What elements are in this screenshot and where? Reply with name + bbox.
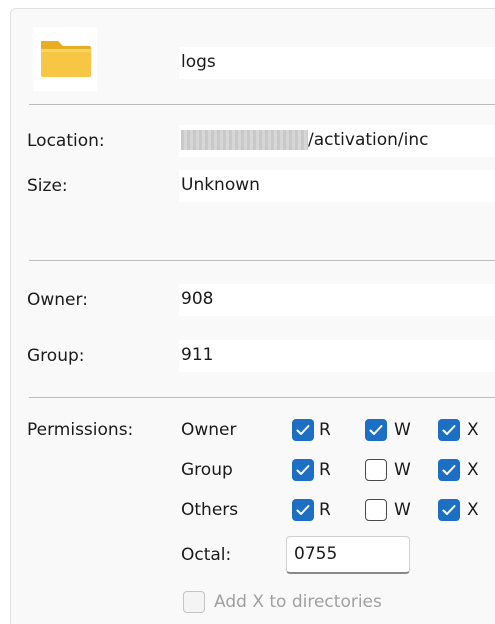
perm-row-label-owner: Owner xyxy=(181,420,237,440)
octal-input[interactable]: 0755 xyxy=(286,536,410,574)
owner-label: Owner: xyxy=(27,290,88,310)
checkmark-icon xyxy=(296,505,310,515)
others-exec-checkbox[interactable] xyxy=(438,499,460,521)
redacted-path-prefix xyxy=(181,130,308,150)
checkmark-icon xyxy=(296,425,310,435)
checkmark-icon xyxy=(442,505,456,515)
perm-row-label-group: Group xyxy=(181,460,233,480)
group-write-checkbox[interactable] xyxy=(365,459,387,481)
location-label: Location: xyxy=(27,131,105,151)
owner-write-label: W xyxy=(394,420,411,440)
perm-row-label-others: Others xyxy=(181,500,239,520)
properties-panel: logs Location: /activation/inc Size: Unk… xyxy=(10,8,495,624)
group-exec-label: X xyxy=(467,460,479,480)
group-read-label: R xyxy=(319,460,331,480)
separator xyxy=(29,397,495,398)
group-exec-checkbox[interactable] xyxy=(438,459,460,481)
group-label: Group: xyxy=(27,346,85,366)
owner-exec-label: X xyxy=(467,420,479,440)
others-write-label: W xyxy=(394,500,411,520)
others-exec-label: X xyxy=(467,500,479,520)
folder-icon xyxy=(33,27,97,91)
others-write-checkbox[interactable] xyxy=(365,499,387,521)
size-field: Unknown xyxy=(179,170,495,202)
checkmark-icon xyxy=(296,465,310,475)
octal-label: Octal: xyxy=(181,545,232,565)
checkmark-icon xyxy=(369,425,383,435)
size-label: Size: xyxy=(27,176,68,196)
name-value: logs xyxy=(181,52,216,72)
group-field: 911 xyxy=(179,340,495,372)
owner-value: 908 xyxy=(181,289,214,309)
owner-read-checkbox[interactable] xyxy=(292,419,314,441)
separator xyxy=(29,260,495,261)
owner-write-checkbox[interactable] xyxy=(365,419,387,441)
location-value: /activation/inc xyxy=(308,130,429,150)
add-x-label: Add X to directories xyxy=(214,592,382,612)
add-x-checkbox[interactable] xyxy=(183,591,205,613)
permissions-label: Permissions: xyxy=(27,420,134,440)
others-read-checkbox[interactable] xyxy=(292,499,314,521)
checkmark-icon xyxy=(442,465,456,475)
separator xyxy=(29,104,495,105)
name-field[interactable]: logs xyxy=(179,47,495,79)
others-read-label: R xyxy=(319,500,331,520)
owner-read-label: R xyxy=(319,420,331,440)
owner-exec-checkbox[interactable] xyxy=(438,419,460,441)
owner-field: 908 xyxy=(179,284,495,316)
octal-value: 0755 xyxy=(294,544,338,564)
group-write-label: W xyxy=(394,460,411,480)
group-value: 911 xyxy=(181,345,214,365)
size-value: Unknown xyxy=(181,175,260,195)
location-field: /activation/inc xyxy=(179,125,495,157)
checkmark-icon xyxy=(442,425,456,435)
group-read-checkbox[interactable] xyxy=(292,459,314,481)
